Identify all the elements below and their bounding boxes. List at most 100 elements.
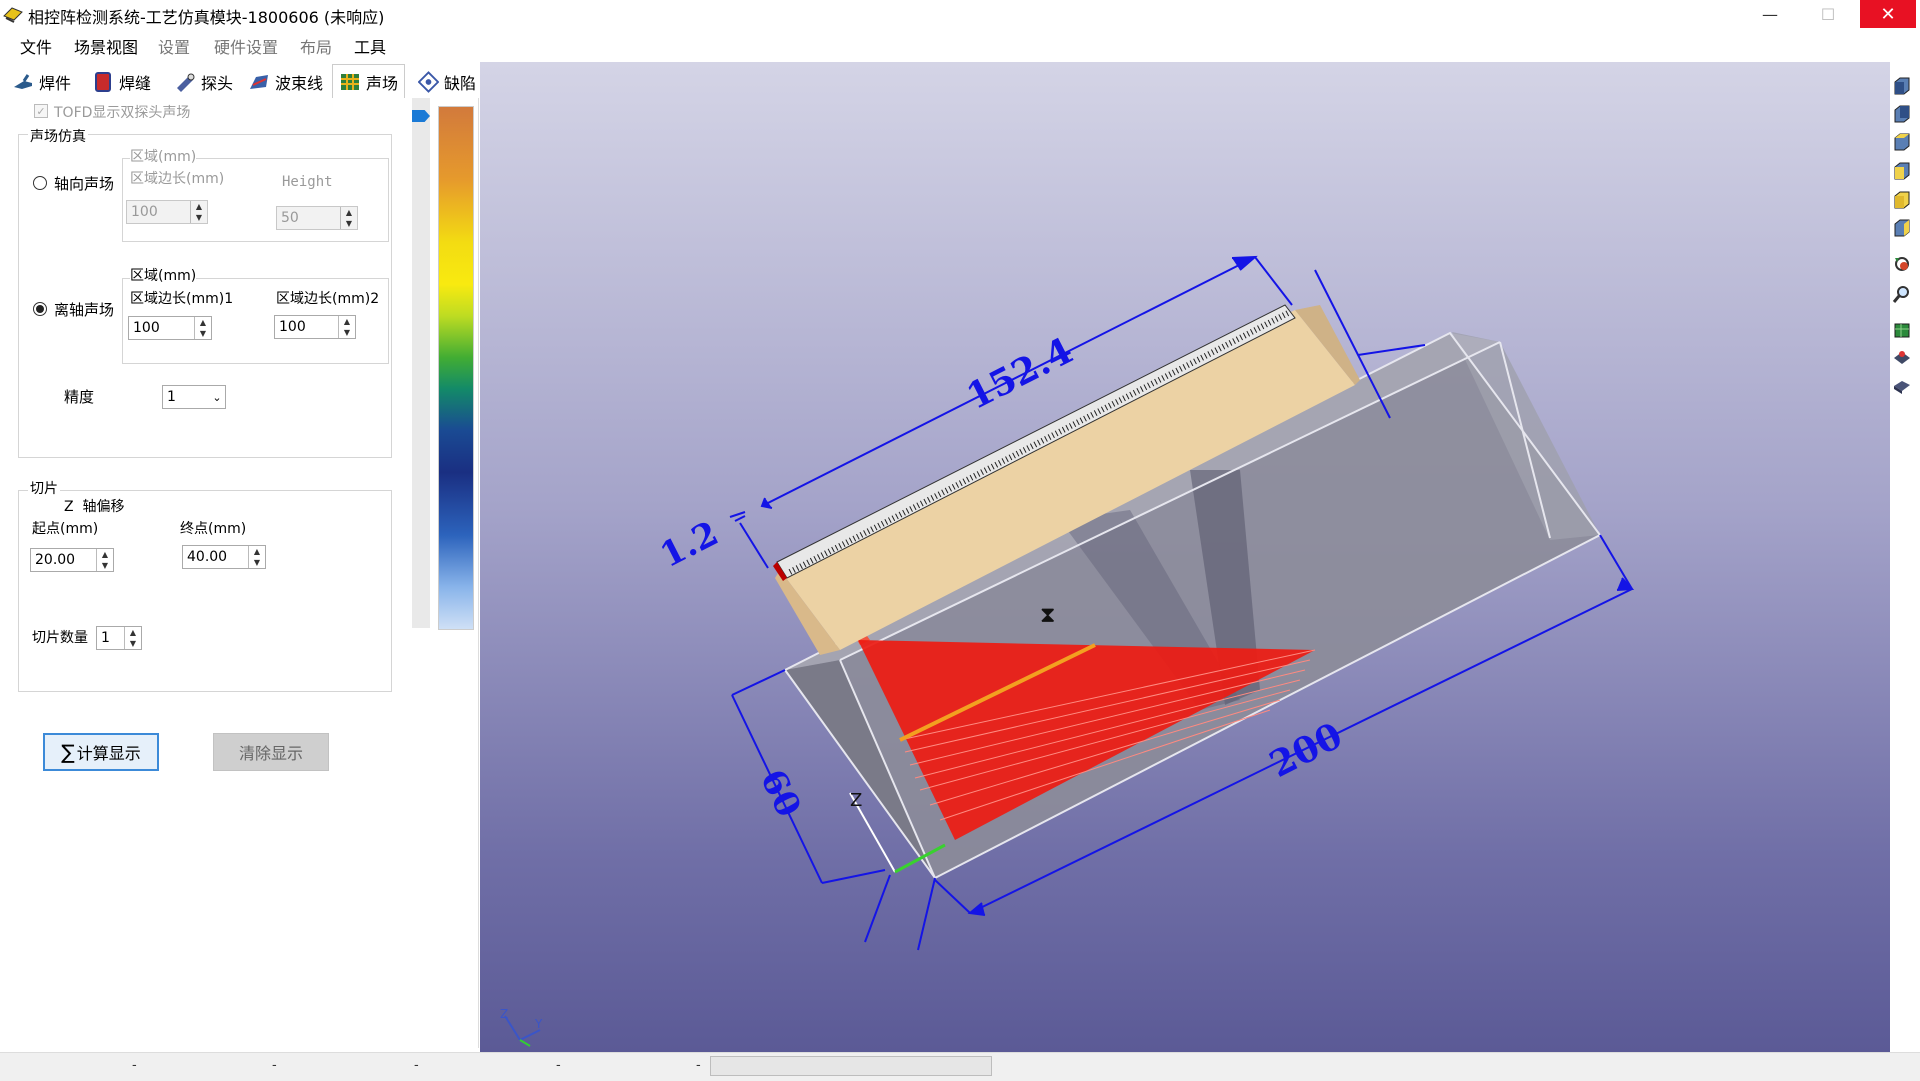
axial-height-stepper[interactable]: 50 ▲ ▼ [276, 206, 358, 230]
orientation-triad: Z Y [500, 1007, 543, 1047]
tab-probe[interactable]: 探头 [174, 66, 233, 98]
tofd-checkbox-label: TOFD显示双探头声场 [54, 105, 191, 121]
view-bottom-icon[interactable] [1892, 161, 1912, 181]
slice-start-stepper[interactable]: 20.00 ▲ ▼ [30, 548, 114, 572]
view-top-icon[interactable] [1892, 132, 1912, 152]
tab-weldment[interactable]: 焊件 [12, 66, 71, 98]
tab-sound-field-label: 声场 [366, 74, 399, 93]
axial-edge-value: 100 [131, 204, 158, 220]
axial-radio-label: 轴向声场 [54, 175, 115, 193]
3d-viewport[interactable]: 152.4 1.2 200 60 Z ⧗ Z Y [480, 62, 1890, 1052]
axis-z-label: Z [850, 790, 862, 811]
fit-all-icon[interactable] [1892, 320, 1912, 340]
status-cell: - [696, 1058, 701, 1073]
app-logo-icon [3, 7, 23, 23]
menu-scene-view[interactable]: 场景视图 [74, 34, 138, 58]
weldment-icon [14, 74, 32, 89]
axial-radio[interactable] [33, 176, 47, 190]
stepper-arrows-icon[interactable]: ▲ ▼ [194, 317, 211, 339]
off-axis-edge2-label: 区域边长(mm)2 [276, 291, 380, 307]
sound-field-group-title: 声场仿真 [28, 126, 88, 146]
tab-weld-seam[interactable]: 焊缝 [92, 66, 151, 98]
axial-height-label: Height [282, 174, 333, 190]
tofd-checkbox[interactable]: ✓ [34, 104, 48, 118]
axial-edge-stepper[interactable]: 100 ▲ ▼ [126, 200, 208, 224]
off-axis-edge2-value: 100 [279, 319, 306, 335]
dimension-label-probe-gap: 1.2 [654, 514, 725, 576]
tab-defect[interactable]: 缺陷 [418, 66, 476, 98]
stepper-arrows-icon[interactable]: ▲ ▼ [248, 546, 265, 568]
tab-probe-label: 探头 [201, 74, 234, 93]
color-scale-bar [438, 106, 474, 630]
stepper-arrows-icon[interactable]: ▲ ▼ [124, 627, 141, 649]
precision-select[interactable]: 1 ⌄ [162, 385, 226, 409]
menu-file[interactable]: 文件 [20, 34, 52, 58]
clear-display-button[interactable]: 清除显示 [213, 733, 329, 771]
off-axis-region-label: 区域(mm) [130, 265, 197, 285]
maximize-button[interactable]: ☐ [1800, 0, 1856, 28]
status-progress-bar [710, 1056, 992, 1076]
slice-end-stepper[interactable]: 40.00 ▲ ▼ [182, 545, 266, 569]
off-axis-radio[interactable] [33, 302, 47, 316]
menu-hardware-settings[interactable]: 硬件设置 [214, 34, 278, 58]
menu-bar [0, 30, 1920, 60]
hourglass-cursor-icon: ⧗ [1040, 603, 1055, 628]
tab-sound-field[interactable]: 声场 [332, 64, 406, 99]
axial-region-label: 区域(mm) [130, 146, 197, 166]
defect-icon [418, 71, 439, 93]
slice-start-value: 20.00 [35, 552, 76, 568]
triad-z-label: Z [500, 1007, 508, 1021]
slice-end-label: 终点(mm) [180, 521, 247, 537]
stepper-arrows-icon[interactable]: ▲ ▼ [338, 316, 355, 338]
off-axis-edge1-value: 100 [133, 320, 160, 336]
view-front-icon[interactable] [1892, 76, 1912, 96]
menu-settings[interactable]: 设置 [158, 34, 190, 58]
off-axis-edge1-stepper[interactable]: 100 ▲ ▼ [128, 316, 212, 340]
dimension-label-probe-length: 152.4 [960, 329, 1080, 418]
stepper-arrows-icon[interactable]: ▲ ▼ [190, 201, 207, 223]
precision-label: 精度 [64, 388, 95, 406]
view-right-icon[interactable] [1892, 218, 1912, 238]
tab-beam-line-label: 波束线 [275, 74, 324, 93]
precision-value: 1 [167, 389, 176, 405]
weld-seam-icon [95, 72, 111, 92]
off-axis-edge1-label: 区域边长(mm)1 [130, 291, 234, 307]
chevron-down-icon: ⌄ [212, 390, 222, 404]
color-scale-slider-track[interactable] [412, 98, 430, 628]
close-button[interactable]: ✕ [1860, 0, 1916, 28]
sound-field-icon [341, 74, 359, 90]
triad-y-label: Y [534, 1017, 543, 1031]
menu-layout[interactable]: 布局 [300, 34, 332, 58]
tab-defect-label: 缺陷 [443, 74, 476, 93]
sigma-icon: ∑ [61, 740, 75, 764]
axial-height-value: 50 [281, 210, 299, 226]
view-left-icon[interactable] [1892, 190, 1912, 210]
slice-count-stepper[interactable]: 1 ▲ ▼ [96, 626, 142, 650]
dimension-label-block-length: 200 [1263, 714, 1349, 786]
compute-display-button[interactable]: ∑ 计算显示 [43, 733, 159, 771]
zoom-icon[interactable] [1892, 284, 1912, 304]
status-cell: - [414, 1058, 419, 1073]
scene-render-icon[interactable] [1892, 376, 1912, 396]
slice-group-title: 切片 [28, 478, 60, 498]
off-axis-edge2-stepper[interactable]: 100 ▲ ▼ [274, 315, 356, 339]
off-axis-radio-label: 离轴声场 [54, 301, 115, 319]
tab-beam-line[interactable]: 波束线 [248, 66, 323, 98]
radio-selected-dot [36, 305, 44, 313]
stepper-arrows-icon[interactable]: ▲ ▼ [96, 549, 113, 571]
slice-end-value: 40.00 [187, 549, 228, 565]
menu-tools[interactable]: 工具 [354, 34, 386, 58]
scene-probe-icon[interactable] [1892, 348, 1912, 368]
stepper-arrows-icon[interactable]: ▲ ▼ [340, 207, 357, 229]
minimize-button[interactable]: — [1742, 0, 1798, 28]
slice-start-label: 起点(mm) [32, 521, 99, 537]
clear-display-label: 清除显示 [238, 744, 303, 763]
3d-scene[interactable]: 152.4 1.2 200 60 Z ⧗ Z Y [480, 62, 1890, 1052]
tab-weldment-label: 焊件 [39, 74, 72, 93]
window-title: 相控阵检测系统-工艺仿真模块-1800606 (未响应) [28, 8, 385, 27]
view-back-icon[interactable] [1892, 104, 1912, 124]
rotate-view-icon[interactable] [1892, 254, 1912, 274]
view-toolbar [1890, 62, 1920, 1052]
tab-weld-seam-label: 焊缝 [119, 74, 152, 93]
z-offset-label: Z 轴偏移 [64, 499, 125, 515]
